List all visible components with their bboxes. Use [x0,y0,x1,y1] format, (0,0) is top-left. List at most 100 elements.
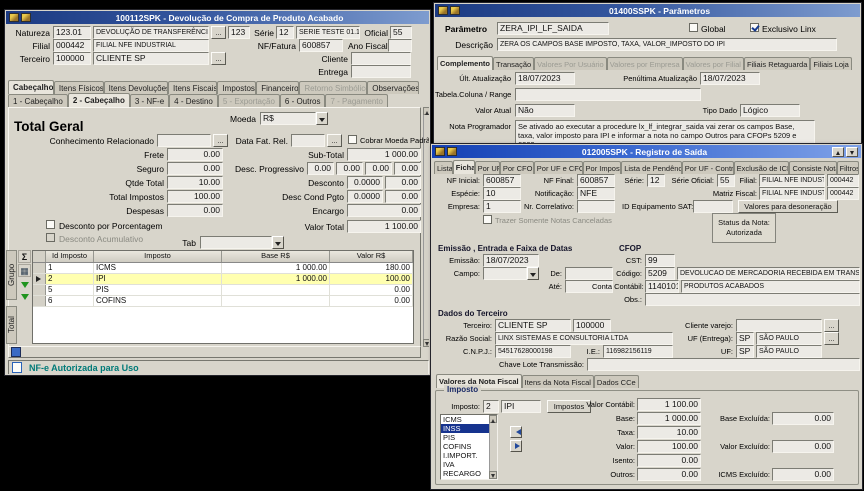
tab-dados-cce[interactable]: Dados CCe [594,375,639,388]
subtotal-field[interactable]: 1 000.00 [347,148,421,161]
tab-2-cabecalho[interactable]: 2 - Cabeçalho [68,93,130,107]
serie-field[interactable]: 12 [276,26,294,39]
encargo-field[interactable]: 0.00 [347,204,421,217]
nf-fatura-field[interactable]: 600857 [299,39,343,52]
table-row[interactable]: 1 ICMS 1 000.00 180.00 [33,263,413,274]
move-right-button[interactable] [510,440,522,452]
tab-exclusao-icms[interactable]: Exclusão de ICMS [734,161,790,174]
icms-excluido-field[interactable]: 0.00 [772,468,834,481]
row-selector-cell[interactable] [33,285,46,295]
window-down-button[interactable] [846,147,858,157]
tab-por-uf-cfop[interactable]: Por UF e CFOP [534,161,583,174]
terceiro-browse-button[interactable]: ... [211,52,226,65]
uf-code-field[interactable]: SP [736,345,754,358]
moeda-dropdown-icon[interactable] [316,112,328,125]
desc-cond-pct-field[interactable]: 0.0000 [347,190,383,203]
base-excluida-field[interactable]: 0.00 [772,412,834,425]
id-sat-field[interactable] [693,200,733,213]
chave-lote-field[interactable] [587,358,860,371]
col-id-imposto[interactable]: Id Imposto [46,251,94,262]
desc-progressivo-field-3[interactable]: 0.00 [365,162,392,175]
campo-dropdown-icon[interactable] [527,267,539,280]
desc-progressivo-field-1[interactable]: 0.00 [307,162,334,175]
titlebar-registro-saida[interactable]: 012005SPK - Registro de Saída [432,145,861,158]
cobrar-moeda-checkbox[interactable] [348,135,357,144]
ie-field[interactable]: 116982156119 [603,345,673,358]
terceiro-code-field[interactable]: 100000 [573,319,611,332]
razao-social-field[interactable]: LINX SISTEMAS E CONSULTORIA LTDA [495,332,673,345]
impostos-table[interactable]: Id Imposto Imposto Base R$ Valor R$ 1 IC… [32,250,414,344]
scroll-up-icon[interactable] [423,107,429,115]
cnpj-field[interactable]: 54517628000198 [495,345,571,358]
uf-entrega-code-field[interactable]: SP [736,332,754,345]
terceiro-code-field[interactable]: 100000 [53,52,91,65]
tab-transacao[interactable]: Transação [493,57,534,70]
notas-canceladas-checkbox[interactable] [483,215,492,224]
matriz-code-field[interactable]: 000442 [827,187,859,200]
desc-progressivo-field-4[interactable]: 0.00 [394,162,421,175]
entrega-field[interactable] [351,65,411,78]
filial-code-field[interactable]: 000442 [53,39,91,52]
scroll-down-icon[interactable] [423,339,429,347]
desconto-valor-field[interactable]: 0.00 [385,176,421,189]
filial-code-field[interactable]: 000442 [827,174,859,187]
tab-por-imposto[interactable]: Por Imposto [583,161,622,174]
tab-lista[interactable]: Lista [434,161,453,174]
tab-7-pagamento[interactable]: 7 - Pagamento [325,94,387,107]
col-valor[interactable]: Valor R$ [330,251,413,262]
penultima-field[interactable]: 18/07/2023 [700,72,760,85]
col-imposto[interactable]: Imposto [94,251,222,262]
desconto-porcentagem-checkbox[interactable] [46,220,55,229]
tab-6-outros[interactable]: 6 - Outros [280,94,326,107]
tab-combo-dropdown-icon[interactable] [272,236,284,249]
tab-complemento[interactable]: Complemento [437,56,493,70]
uf-desc-field[interactable]: SÃO PAULO [756,345,822,358]
tab-3-nfe[interactable]: 3 - NF-e [130,94,169,107]
green-arrow-down-icon[interactable] [21,282,29,292]
serie-field[interactable]: 12 [647,174,665,187]
nf-inicial-field[interactable]: 600857 [483,174,521,187]
window-up-button[interactable] [832,147,844,157]
tab-por-uf[interactable]: Por UF [475,161,500,174]
tabela-coluna-field[interactable] [515,88,701,101]
empresa-field[interactable]: 1 [483,200,521,213]
row-selector-cell[interactable] [33,263,46,273]
titlebar-devolucao[interactable]: 100112SPK - Devolução de Compra de Produ… [6,11,429,24]
table-row-selected[interactable]: 2 IPI 1 000.00 100.00 [33,274,413,285]
serie-oficial-field[interactable]: 55 [717,174,735,187]
matriz-desc-field[interactable]: FILIAL NFE INDUSTRIAL [759,187,825,200]
total-impostos-field[interactable]: 100.00 [167,190,223,203]
tab-lista-pendencias[interactable]: Lista de Pendências [621,161,682,174]
tab-4-destino[interactable]: 4 - Destino [169,94,218,107]
data-fat-field[interactable] [291,134,325,147]
tab-cabecalho[interactable]: Cabeçalho [8,80,54,94]
desc-progressivo-field-2[interactable]: 0.00 [336,162,363,175]
valor-excluido-field[interactable]: 0.00 [772,440,834,453]
uf-entrega-desc-field[interactable]: SÃO PAULO [756,332,822,345]
exclusivo-linx-checkbox[interactable] [750,23,759,32]
uf-entrega-browse-button[interactable]: ... [824,332,839,345]
imposto-desc-field[interactable]: IPI [501,400,541,413]
obs-field[interactable] [645,293,860,306]
tab-1-cabecalho[interactable]: 1 - Cabeçalho [8,94,68,107]
desconto-pct-field[interactable]: 0.0000 [347,176,383,189]
tab-valores-filial[interactable]: Valores por Filial [683,57,744,70]
conta-contabil-field[interactable]: 1140101 [645,280,679,293]
natureza-num-field[interactable]: 123 [228,26,250,39]
moeda-field[interactable]: R$ [260,112,316,125]
descricao-field[interactable]: ZERA OS CAMPOS BASE IMPOSTO, TAXA, VALOR… [497,38,837,51]
valor-field[interactable]: 100.00 [637,440,701,453]
taxa-field[interactable]: 10.00 [637,426,701,439]
col-base[interactable]: Base R$ [222,251,330,262]
valores-desoneracao-button[interactable]: Valores para desoneração [738,200,838,213]
tab-filtros[interactable]: Filtros [837,161,859,174]
side-tab-grupo[interactable]: Grupo [6,250,17,300]
frete-field[interactable]: 0.00 [167,148,223,161]
despesas-field[interactable]: 0.00 [167,204,223,217]
side-tab-total[interactable]: Total [6,306,17,344]
tab-por-cfop[interactable]: Por CFOP [500,161,534,174]
row-selector-cell[interactable] [33,296,46,306]
tab-combo-field[interactable] [200,236,272,249]
data-fat-browse-button[interactable]: ... [327,134,342,147]
emissao-field[interactable]: 18/07/2023 [483,254,539,267]
